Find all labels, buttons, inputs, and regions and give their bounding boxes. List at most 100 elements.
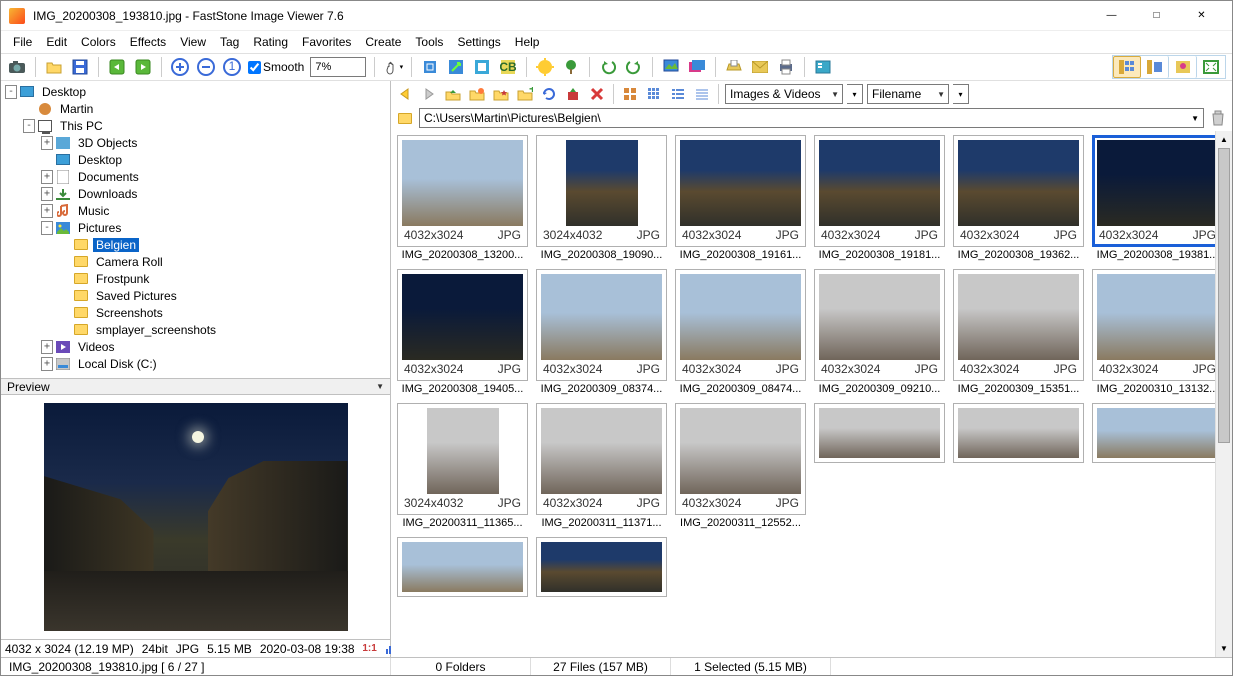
tree-item[interactable]: -Desktop [5,83,386,100]
tree-item[interactable]: Desktop [5,151,386,168]
tree-item[interactable]: Frostpunk [5,270,386,287]
fav-add-icon[interactable]: + [515,85,535,103]
menu-help[interactable]: Help [509,33,546,51]
menu-settings[interactable]: Settings [451,33,506,51]
menu-colors[interactable]: Colors [75,33,122,51]
thumbnail[interactable] [814,403,945,529]
wallpaper-icon[interactable] [661,57,681,77]
view-large-icon[interactable] [620,85,640,103]
adjust-colors-icon[interactable] [535,57,555,77]
save-icon[interactable] [70,57,90,77]
rotate-left-icon[interactable] [598,57,618,77]
settings-icon[interactable] [813,57,833,77]
nav-forward-icon[interactable] [419,85,439,103]
crop-icon[interactable] [420,57,440,77]
address-dropdown-icon[interactable]: ▼ [1191,114,1199,123]
fav-folder-icon[interactable] [491,85,511,103]
close-button[interactable]: ✕ [1179,2,1224,30]
export-icon[interactable] [563,85,583,103]
zoom-in-icon[interactable] [170,57,190,77]
thumbnail[interactable]: 4032x3024JPG IMG_20200308_13200... [397,135,528,261]
view-thumb-icon[interactable] [1113,56,1141,78]
view-compare-icon[interactable] [1169,56,1197,78]
tree-item[interactable]: +Music [5,202,386,219]
menu-edit[interactable]: Edit [40,33,73,51]
open-icon[interactable] [44,57,64,77]
address-input[interactable]: C:\Users\Martin\Pictures\Belgien\ ▼ [419,108,1204,128]
resize-icon[interactable] [446,57,466,77]
minimize-button[interactable]: — [1089,2,1134,30]
filter-combo-split[interactable]: ▾ [847,84,863,104]
thumbnail[interactable] [953,403,1084,529]
view-list-icon[interactable] [668,85,688,103]
thumbnail[interactable]: 3024x4032JPG IMG_20200308_19090... [536,135,667,261]
preview-area[interactable] [1,395,390,639]
thumbnail[interactable]: 4032x3024JPG IMG_20200309_08374... [536,269,667,395]
menu-create[interactable]: Create [359,33,407,51]
sharpen-icon[interactable] [561,57,581,77]
zoom-select[interactable] [310,57,366,77]
sort-combo-split[interactable]: ▾ [953,84,969,104]
thumbnail[interactable]: 4032x3024JPG IMG_20200308_19181... [814,135,945,261]
email-icon[interactable] [750,57,770,77]
delete-icon[interactable] [587,85,607,103]
view-detail-icon[interactable] [692,85,712,103]
redo-icon[interactable] [133,57,153,77]
thumbnail[interactable]: 4032x3024JPG IMG_20200309_08474... [675,269,806,395]
tree-item[interactable]: smplayer_screenshots [5,321,386,338]
tree-item[interactable]: Screenshots [5,304,386,321]
new-folder-icon[interactable] [467,85,487,103]
maximize-button[interactable]: □ [1134,2,1179,30]
thumbnail[interactable] [536,537,667,597]
view-fullscreen-icon[interactable] [1197,56,1225,78]
thumbnail[interactable]: 4032x3024JPG IMG_20200308_19405... [397,269,528,395]
thumbnail[interactable] [397,537,528,597]
view-single-icon[interactable] [1141,56,1169,78]
nav-back-icon[interactable] [395,85,415,103]
thumbnail[interactable]: 4032x3024JPG IMG_20200308_19161... [675,135,806,261]
acquire-icon[interactable] [7,57,27,77]
tree-item[interactable]: +Documents [5,168,386,185]
smooth-checkbox[interactable]: Smooth [248,60,304,74]
tree-item[interactable]: -Pictures [5,219,386,236]
ratio-icon[interactable]: 1:1 [363,642,377,656]
tree-item[interactable]: Camera Roll [5,253,386,270]
zoom-actual-icon[interactable]: 1 [222,57,242,77]
tree-item[interactable]: Saved Pictures [5,287,386,304]
nav-up-icon[interactable] [443,85,463,103]
canvas-icon[interactable] [472,57,492,77]
refresh-icon[interactable] [539,85,559,103]
thumbnail[interactable]: 4032x3024JPG IMG_20200310_13132... [1092,269,1223,395]
menu-rating[interactable]: Rating [247,33,294,51]
preview-dropdown-icon[interactable]: ▼ [376,382,384,391]
menu-tools[interactable]: Tools [409,33,449,51]
hand-icon[interactable]: ▾ [383,57,403,77]
menu-file[interactable]: File [7,33,38,51]
menu-effects[interactable]: Effects [124,33,172,51]
tree-item[interactable]: +Downloads [5,185,386,202]
tree-item[interactable]: Belgien [5,236,386,253]
thumbnail-scrollbar[interactable]: ▲ ▼ [1215,131,1232,657]
thumbnail[interactable] [1092,403,1223,529]
filter-combo[interactable]: Images & Videos▼ [725,84,843,104]
thumbnail-area[interactable]: 4032x3024JPG IMG_20200308_13200... 3024x… [391,131,1232,657]
sort-combo[interactable]: Filename▼ [867,84,949,104]
tree-item[interactable]: -This PC [5,117,386,134]
undo-icon[interactable] [107,57,127,77]
thumbnail[interactable]: 4032x3024JPG IMG_20200308_19381... [1092,135,1223,261]
thumbnail[interactable]: 3024x4032JPG IMG_20200311_11365... [397,403,528,529]
tree-item[interactable]: +Videos [5,338,386,355]
rotate-right-icon[interactable] [624,57,644,77]
scan-icon[interactable] [724,57,744,77]
scroll-thumb[interactable] [1218,148,1230,443]
thumbnail[interactable]: 4032x3024JPG IMG_20200309_15351... [953,269,1084,395]
slideshow-icon[interactable] [687,57,707,77]
thumbnail[interactable]: 4032x3024JPG IMG_20200309_09210... [814,269,945,395]
print-icon[interactable] [776,57,796,77]
tree-item[interactable]: +3D Objects [5,134,386,151]
scroll-up-icon[interactable]: ▲ [1216,131,1232,148]
tree-item[interactable]: Martin [5,100,386,117]
thumbnail[interactable]: 4032x3024JPG IMG_20200308_19362... [953,135,1084,261]
thumbnail[interactable]: 4032x3024JPG IMG_20200311_11371... [536,403,667,529]
menu-favorites[interactable]: Favorites [296,33,357,51]
